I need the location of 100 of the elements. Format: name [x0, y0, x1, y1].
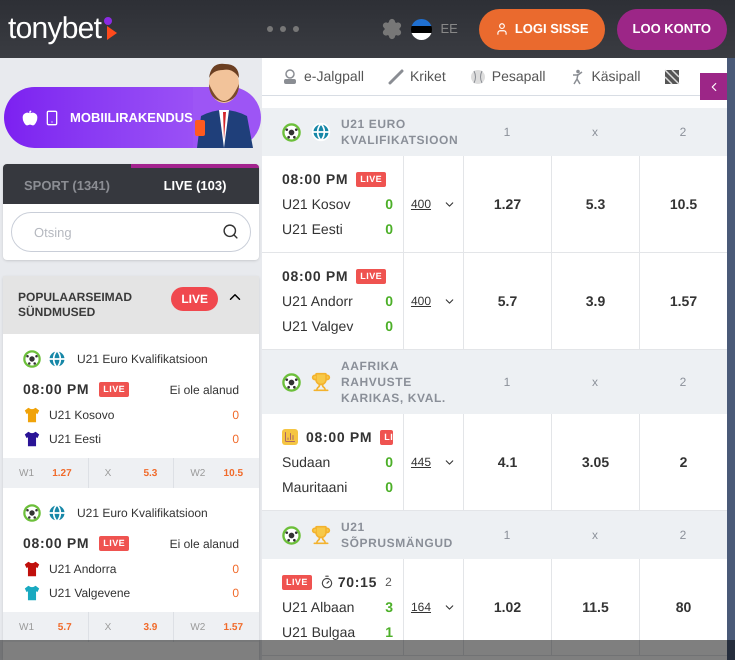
- team-score: 0: [385, 478, 393, 496]
- markets-dropdown[interactable]: 400: [403, 253, 463, 349]
- soccer-ball-icon: [282, 122, 301, 142]
- soccer-ball-icon: [23, 350, 41, 368]
- column-header: 2: [680, 374, 686, 391]
- more-icon[interactable]: [266, 25, 300, 33]
- match-time: 08:00 PM: [282, 266, 348, 286]
- team-name: U21 Valgev: [282, 316, 354, 336]
- match-time: 08:00 PM: [23, 534, 90, 553]
- markets-dropdown[interactable]: 445: [403, 414, 463, 510]
- sport-tab[interactable]: [664, 68, 680, 84]
- odds-button[interactable]: 1.57: [639, 253, 727, 349]
- promo-label: MOBIILIRAKENDUS: [70, 108, 193, 127]
- odds-button[interactable]: 11.5: [551, 559, 639, 655]
- column-header: 2: [680, 124, 686, 141]
- team-score: 0: [385, 194, 393, 214]
- match-period: 2: [385, 574, 392, 591]
- live-badge: LIVE: [356, 268, 386, 284]
- odds-button[interactable]: 5.7: [463, 253, 551, 349]
- team-name: U21 Andorr: [282, 292, 354, 310]
- markets-dropdown[interactable]: 400: [403, 156, 463, 252]
- team-name: U21 Andorra: [49, 561, 118, 578]
- soccer-ball-icon: [282, 372, 301, 392]
- column-header: 1: [504, 374, 510, 391]
- sport-tab[interactable]: Kriket: [388, 66, 446, 87]
- live-badge: LIVE: [99, 382, 130, 397]
- globe-icon: [311, 122, 331, 142]
- sport-tab[interactable]: e-Jalgpall: [282, 66, 364, 87]
- team-score: 3: [385, 598, 393, 616]
- odds-button[interactable]: 1.02: [463, 559, 551, 655]
- live-badge: LIVE: [282, 574, 312, 590]
- match-status: Ei ole alanud: [170, 536, 239, 552]
- team-name: Sudaan: [282, 452, 332, 472]
- globe-icon: [47, 503, 67, 523]
- team-name: U21 Bulgaa: [282, 622, 356, 642]
- column-header: 2: [680, 527, 686, 544]
- column-header: x: [592, 527, 598, 544]
- apple-icon: [22, 110, 38, 126]
- odds-button[interactable]: 80: [639, 559, 727, 655]
- column-header: x: [592, 124, 598, 141]
- trophy-icon: [311, 525, 331, 545]
- sidebar-tab[interactable]: LIVE (103): [131, 164, 259, 204]
- live-badge: LIVE: [99, 536, 130, 551]
- column-header: 1: [504, 527, 510, 544]
- odds-button[interactable]: 1.27: [463, 156, 551, 252]
- team-name: U21 Kosovo: [49, 407, 116, 424]
- stopwatch-icon: [320, 575, 334, 589]
- live-badge: LIVE: [356, 172, 386, 186]
- league-title: AAFRIKA RAHVUSTE KARIKAS, KVAL.: [341, 358, 447, 406]
- odds-button[interactable]: 2: [639, 414, 727, 510]
- match-time: 08:00 PM: [282, 170, 348, 188]
- sport-tab[interactable]: Pesapall: [470, 66, 546, 87]
- statistics-icon[interactable]: [282, 429, 298, 445]
- team-score: 0: [385, 452, 393, 472]
- team-name: Mauritaani: [282, 478, 348, 496]
- odds-button[interactable]: 5.3: [551, 156, 639, 252]
- team-score: 0: [232, 585, 239, 602]
- search-icon[interactable]: [222, 223, 239, 240]
- odds-button[interactable]: 10.5: [639, 156, 727, 252]
- odds-button[interactable]: 4.1: [463, 414, 551, 510]
- odds-button[interactable]: 3.05: [551, 414, 639, 510]
- match-time: 08:00 PM: [306, 428, 372, 446]
- sidebar-tab[interactable]: SPORT (1341): [3, 164, 131, 204]
- league-title: U21 SÕPRUSMÄNGUD: [341, 519, 454, 551]
- team-score: 0: [385, 316, 393, 336]
- baseball-icon: [470, 68, 486, 84]
- flag-icon[interactable]: [411, 18, 432, 40]
- column-header: x: [592, 374, 598, 391]
- league-name: U21 Euro Kvalifikatsioon: [77, 505, 208, 522]
- team-name: U21 Albaan: [282, 598, 356, 616]
- team-score: 0: [232, 431, 239, 448]
- team-score: 0: [385, 292, 393, 310]
- column-header: 1: [504, 124, 510, 141]
- team-name: U21 Eesti: [282, 220, 344, 238]
- live-pill: LIVE: [171, 287, 218, 311]
- league-name: U21 Euro Kvalifikatsioon: [77, 351, 208, 368]
- markets-dropdown[interactable]: 164: [403, 559, 463, 655]
- register-button[interactable]: LOO KONTO: [616, 8, 727, 50]
- match-clock: 70:15: [338, 572, 378, 592]
- popular-header[interactable]: POPULAARSEIMAD SÜNDMUSED LIVE: [3, 276, 259, 334]
- odds-button[interactable]: 3.9: [551, 253, 639, 349]
- soccer-ball-icon: [23, 504, 41, 522]
- team-score: 0: [385, 220, 393, 238]
- team-name: U21 Kosov: [282, 194, 352, 214]
- logo[interactable]: tonybet: [8, 14, 102, 44]
- team-score: 1: [385, 622, 393, 642]
- promo-banner[interactable]: MOBIILIRAKENDUS: [4, 87, 193, 148]
- logo-mark-icon: [103, 16, 120, 42]
- soccer-ball-icon: [282, 526, 301, 544]
- collapse-button[interactable]: [700, 73, 727, 100]
- user-icon: [494, 22, 509, 36]
- trophy-icon: [311, 372, 331, 392]
- settings-icon[interactable]: [381, 18, 404, 40]
- sport-tab[interactable]: Käsipall: [569, 66, 640, 87]
- popular-title: POPULAARSEIMAD SÜNDMUSED: [18, 290, 134, 320]
- league-title: U21 EURO KVALIFIKATSIOON: [341, 116, 460, 148]
- team-score: 0: [232, 561, 239, 578]
- team-score: 0: [232, 407, 239, 424]
- match-status: Ei ole alanud: [170, 382, 239, 398]
- search-field[interactable]: Otsing: [11, 212, 251, 252]
